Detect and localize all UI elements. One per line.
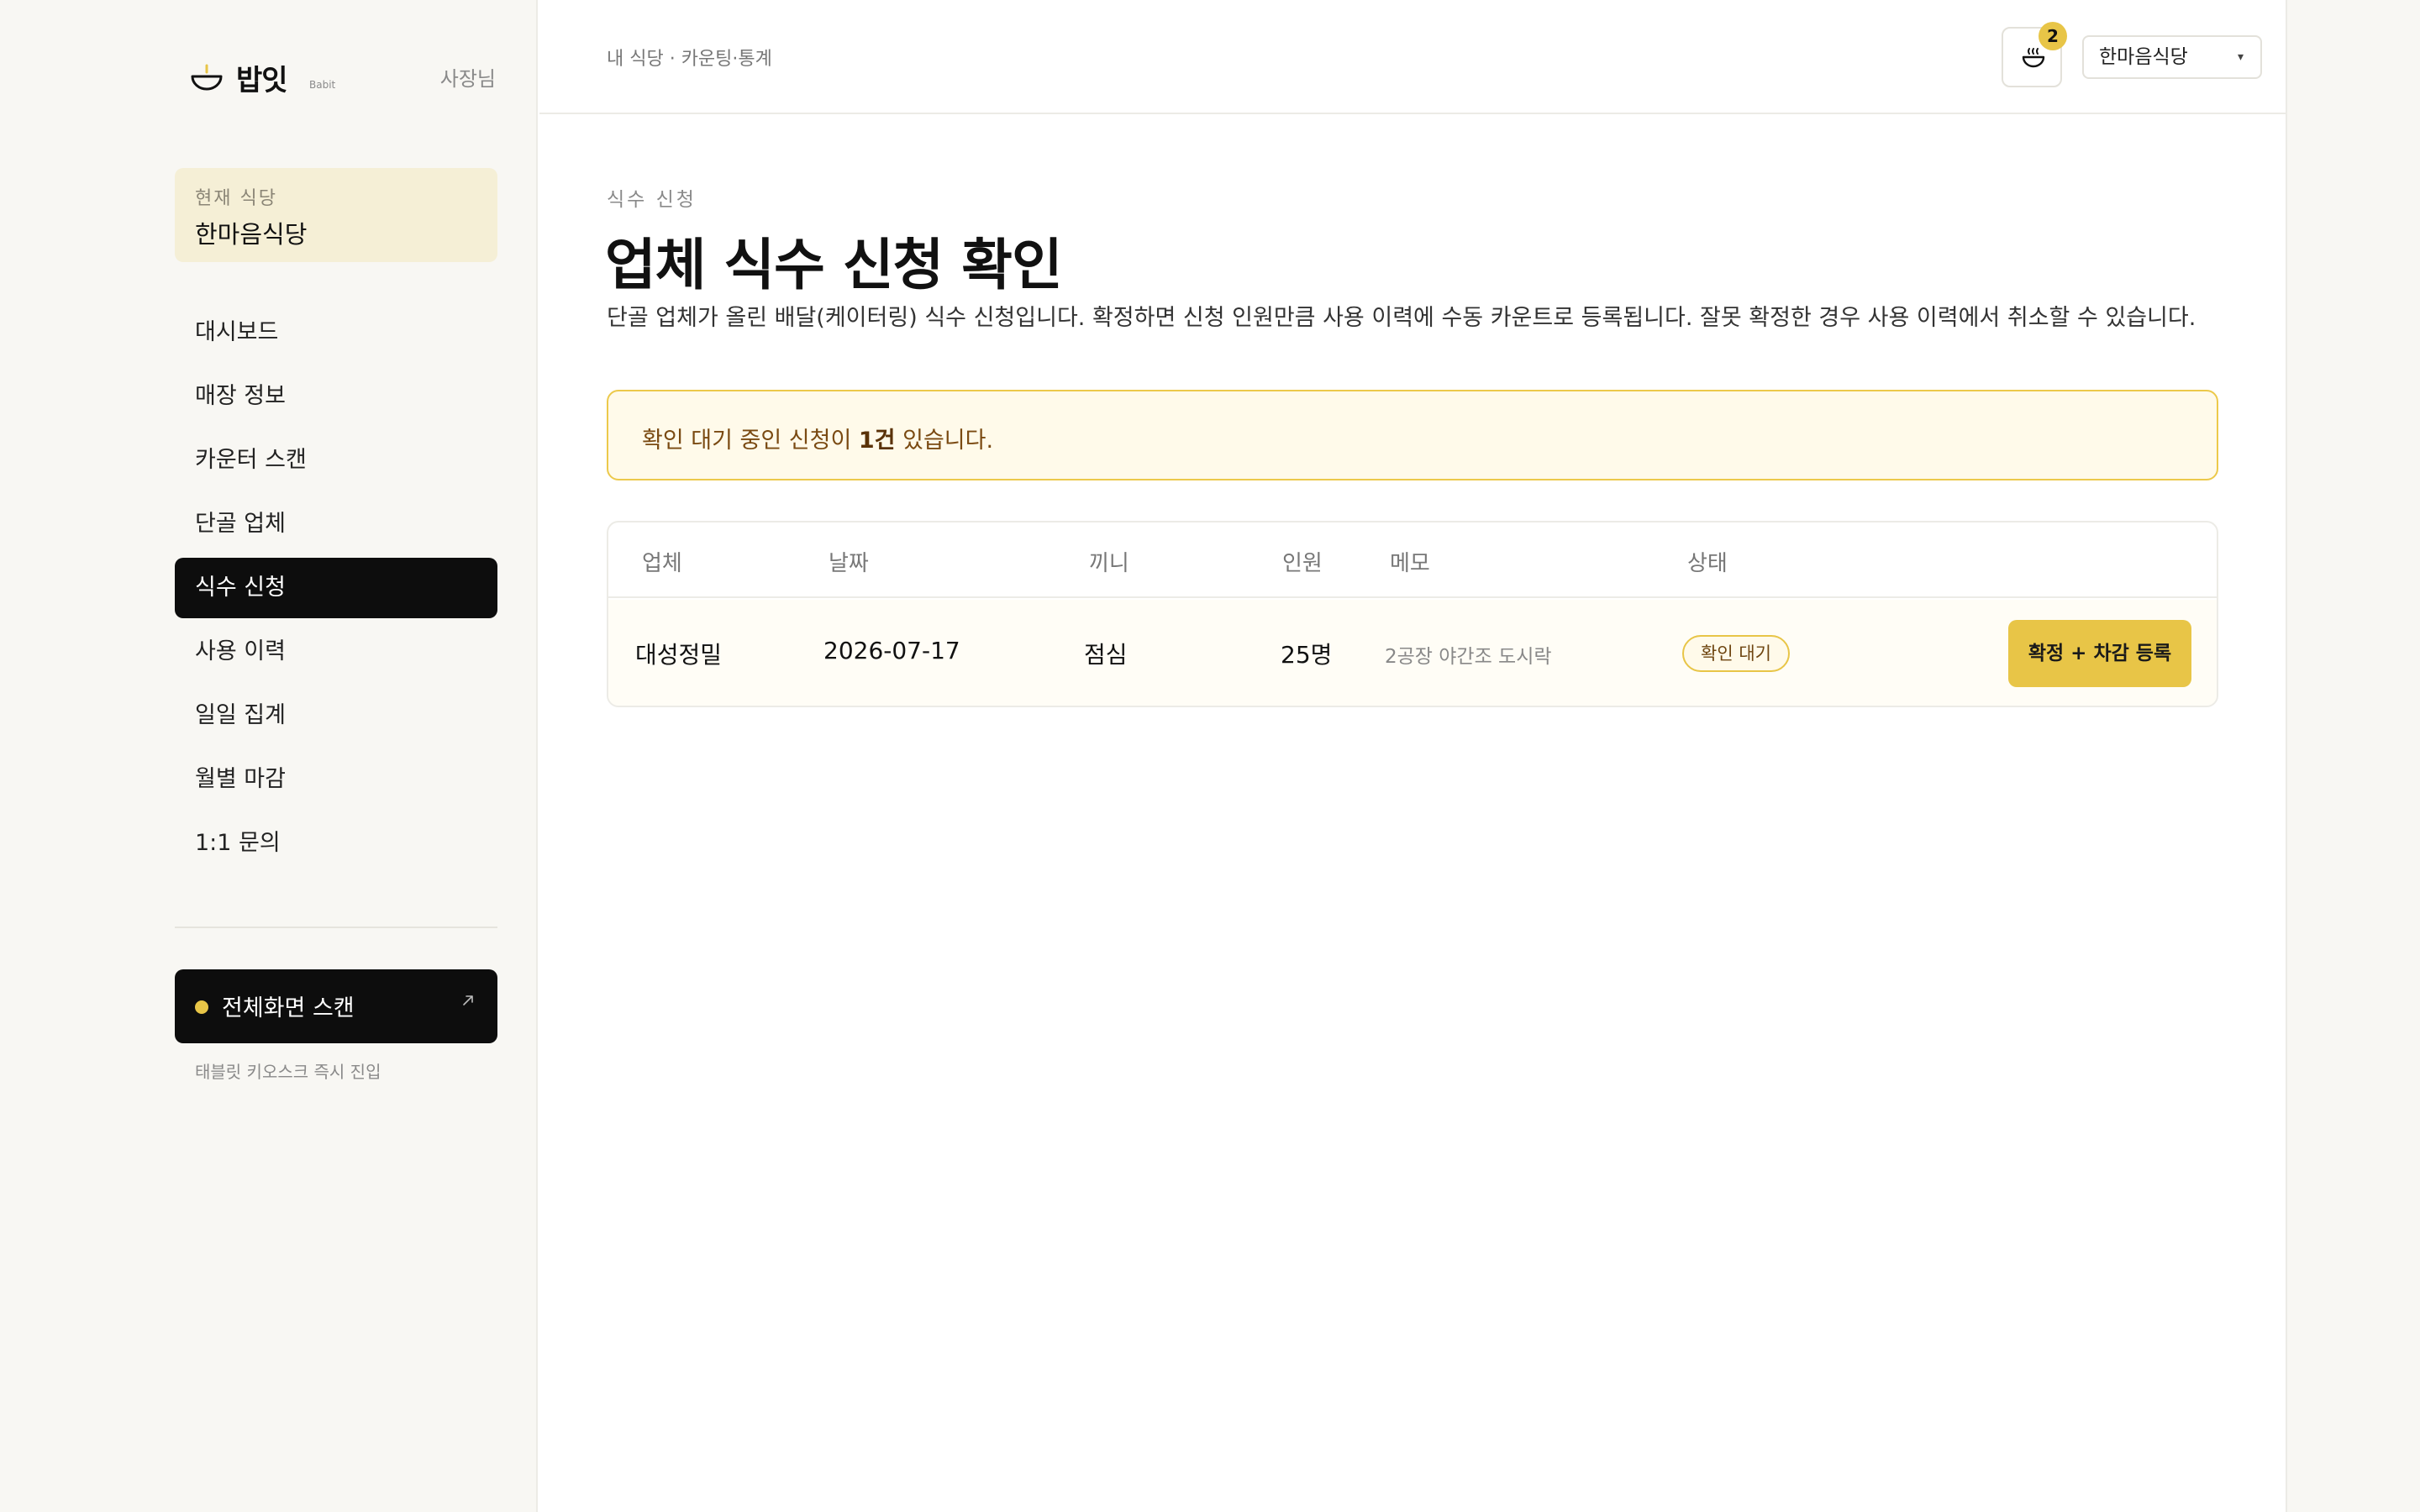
table-header: 업체 날짜 끼니 인원 메모 상태 — [608, 522, 2217, 598]
sidebar-item-counter-scan[interactable]: 카운터 스캔 — [175, 430, 497, 491]
breadcrumb: 내 식당 · 카운팅·통계 — [607, 49, 772, 70]
confirm-deduct-button[interactable]: 확정 + 차감 등록 — [2008, 620, 2191, 687]
sidebar: 밥잇 Babit 사장님 현재 식당 한마음식당 대시보드 매장 정보 카운터 … — [0, 0, 538, 1512]
user-role: 사장님 — [439, 67, 496, 91]
sidebar-item-usage-history[interactable]: 사용 이력 — [175, 622, 497, 682]
page-eyebrow: 식수 신청 — [607, 189, 697, 211]
store-select[interactable]: 한마음식당 ▾ — [2082, 35, 2262, 79]
cell-company: 대성정밀 — [635, 641, 723, 669]
scan-caption: 태블릿 키오스크 즉시 진입 — [195, 1062, 381, 1082]
pending-alert: 확인 대기 중인 신청이 1건 있습니다. — [607, 390, 2218, 480]
alert-prefix: 확인 대기 중인 신청이 — [642, 428, 859, 454]
sidebar-item-monthly-closing[interactable]: 월별 마감 — [175, 749, 497, 810]
fullscreen-scan-button[interactable]: 전체화면 스캔 — [175, 969, 497, 1043]
topbar: 내 식당 · 카운팅·통계 2 한마음식당 ▾ — [539, 0, 2286, 114]
alert-count: 1건 — [858, 428, 896, 454]
column-header-status: 상태 — [1687, 551, 1728, 576]
brand-name: 밥잇 — [236, 64, 288, 97]
sidebar-item-dashboard[interactable]: 대시보드 — [175, 302, 497, 363]
column-header-meal: 끼니 — [1089, 551, 1129, 576]
right-gutter — [2286, 0, 2420, 1512]
cell-memo: 2공장 야간조 도시락 — [1385, 646, 1552, 668]
current-restaurant-name: 한마음식당 — [195, 220, 308, 249]
pending-alert-text: 확인 대기 중인 신청이 1건 있습니다. — [642, 422, 993, 454]
sidebar-item-daily-summary[interactable]: 일일 집계 — [175, 685, 497, 746]
sidebar-divider — [175, 927, 497, 928]
table-row: 대성정밀 2026-07-17 점심 25명 2공장 야간조 도시락 확인 대기… — [608, 600, 2217, 706]
fullscreen-scan-label: 전체화면 스캔 — [222, 995, 355, 1021]
page-description: 단골 업체가 올린 배달(케이터링) 식수 신청입니다. 확정하면 신청 인원만… — [607, 305, 2196, 331]
page-title: 업체 식수 신청 확인 — [605, 233, 1063, 297]
rice-bowl-icon — [191, 64, 223, 91]
sidebar-item-store-info[interactable]: 매장 정보 — [175, 366, 497, 427]
sidebar-item-meal-requests[interactable]: 식수 신청 — [175, 558, 497, 618]
main-content: 내 식당 · 카운팅·통계 2 한마음식당 ▾ 식수 신청 업체 식수 신청 확… — [539, 0, 2286, 1512]
brand[interactable]: 밥잇 Babit 사장님 — [190, 55, 496, 97]
column-header-company: 업체 — [642, 551, 682, 576]
cell-count: 25명 — [1281, 641, 1333, 669]
brand-subtitle: Babit — [309, 79, 336, 91]
notification-badge: 2 — [2039, 22, 2067, 50]
sidebar-item-inquiry[interactable]: 1:1 문의 — [175, 813, 497, 874]
external-arrow-icon — [463, 995, 473, 1005]
caret-down-icon: ▾ — [2237, 50, 2244, 64]
meal-request-table: 업체 날짜 끼니 인원 메모 상태 대성정밀 2026-07-17 점심 25명… — [607, 521, 2218, 707]
cell-date: 2026-07-17 — [823, 637, 960, 664]
sidebar-nav: 대시보드 매장 정보 카운터 스캔 단골 업체 식수 신청 사용 이력 일일 집… — [175, 302, 497, 877]
current-restaurant-label: 현재 식당 — [195, 188, 277, 209]
column-header-date: 날짜 — [829, 551, 869, 576]
store-select-value: 한마음식당 — [2099, 46, 2188, 68]
alert-suffix: 있습니다. — [895, 428, 994, 454]
status-dot — [195, 1000, 208, 1014]
status-badge: 확인 대기 — [1682, 635, 1790, 672]
current-restaurant-card: 현재 식당 한마음식당 — [175, 168, 497, 262]
sidebar-item-regular-companies[interactable]: 단골 업체 — [175, 494, 497, 554]
app-root: 밥잇 Babit 사장님 현재 식당 한마음식당 대시보드 매장 정보 카운터 … — [0, 0, 2420, 1512]
column-header-memo: 메모 — [1390, 551, 1430, 576]
cell-meal: 점심 — [1084, 641, 1128, 669]
column-header-count: 인원 — [1282, 551, 1323, 576]
bowl-notification-icon — [2022, 48, 2045, 68]
